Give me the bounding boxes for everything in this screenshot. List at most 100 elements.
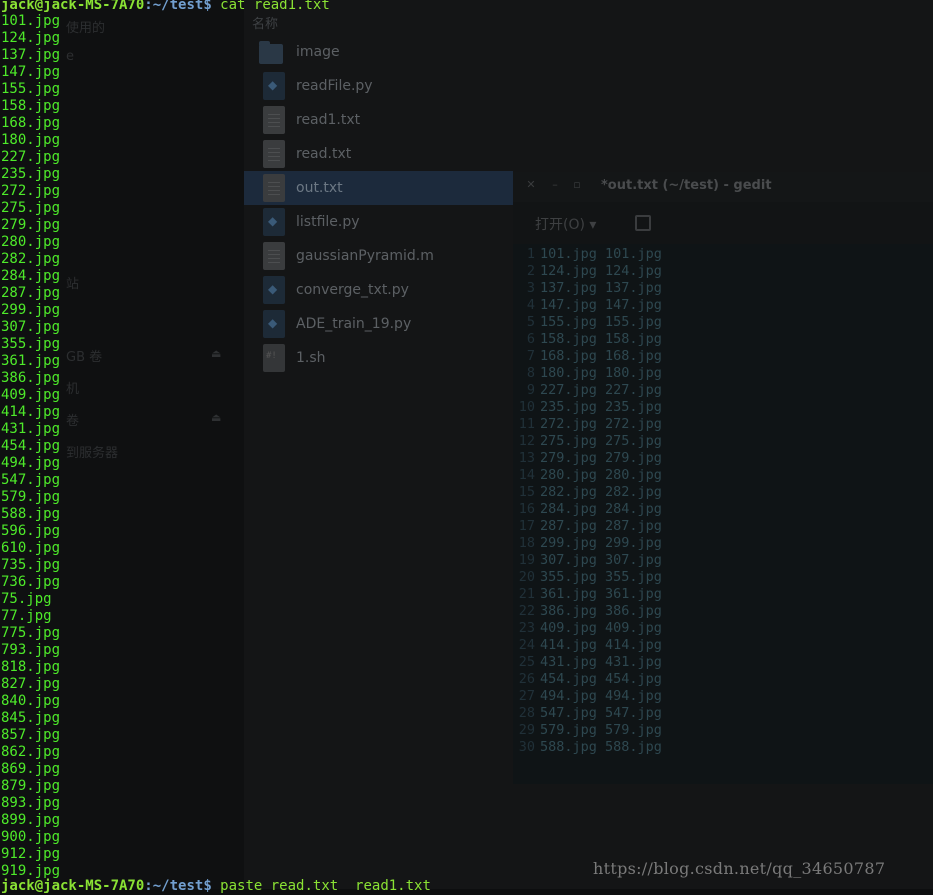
- file-row[interactable]: out.txt: [244, 171, 513, 205]
- file-row[interactable]: converge_txt.py: [244, 273, 513, 307]
- file-row[interactable]: gaussianPyramid.m: [244, 239, 513, 273]
- line-number: 11: [518, 416, 535, 432]
- line-number: 4: [526, 297, 535, 313]
- line-text: 386.jpg 386.jpg: [540, 603, 662, 619]
- line-number: 28: [518, 705, 535, 721]
- editor-line: 15 282.jpg 282.jpg: [513, 484, 933, 501]
- line-number: 17: [518, 518, 535, 534]
- line-text: 155.jpg 155.jpg: [540, 314, 662, 330]
- terminal-output-line: 101.jpg: [1, 13, 61, 29]
- terminal-output-line: 124.jpg: [1, 30, 61, 46]
- sidebar-item-volume[interactable]: 卷: [66, 410, 79, 429]
- terminal-output-line: 454.jpg: [1, 438, 61, 454]
- terminal-output-line: 282.jpg: [1, 251, 61, 267]
- line-number: 23: [518, 620, 535, 636]
- editor-line: 16 284.jpg 284.jpg: [513, 501, 933, 518]
- terminal-output-line: 494.jpg: [1, 455, 61, 471]
- editor-line: 3 137.jpg 137.jpg: [513, 280, 933, 297]
- terminal-output-line: 75.jpg: [1, 591, 52, 607]
- open-button[interactable]: 打开(O) ▾: [535, 214, 596, 234]
- python-file-icon: [263, 72, 285, 100]
- line-number: 7: [526, 348, 535, 364]
- line-text: 414.jpg 414.jpg: [540, 637, 662, 653]
- file-name: out.txt: [296, 180, 343, 196]
- file-name: listfile.py: [296, 214, 360, 230]
- terminal-output-line: 386.jpg: [1, 370, 61, 386]
- terminal-output-line: 235.jpg: [1, 166, 61, 182]
- editor-line: 4 147.jpg 147.jpg: [513, 297, 933, 314]
- python-file-icon: [263, 208, 285, 236]
- prompt-command: cat read1.txt: [211, 0, 330, 13]
- line-number: 5: [526, 314, 535, 330]
- line-number: 26: [518, 671, 535, 687]
- gedit-titlebar[interactable]: ✕ – ▫ *out.txt (~/test) - gedit: [513, 172, 933, 202]
- text-editor[interactable]: 1 101.jpg 101.jpg 2 124.jpg 124.jpg 3 137.jpg…: [513, 244, 933, 784]
- terminal-output-line: 596.jpg: [1, 523, 61, 539]
- line-number: 20: [518, 569, 535, 585]
- line-text: 547.jpg 547.jpg: [540, 705, 662, 721]
- file-row[interactable]: read1.txt: [244, 103, 513, 137]
- terminal-output-line: 409.jpg: [1, 387, 61, 403]
- eject-icon[interactable]: ⏏: [211, 412, 223, 423]
- line-number: 16: [518, 501, 535, 517]
- file-row[interactable]: listfile.py: [244, 205, 513, 239]
- terminal-output-line: 137.jpg: [1, 47, 61, 63]
- eject-icon[interactable]: ⏏: [211, 348, 223, 359]
- terminal-output-line: 272.jpg: [1, 183, 61, 199]
- folder-icon: [259, 41, 283, 64]
- line-number: 9: [526, 382, 535, 398]
- terminal-output-line: 168.jpg: [1, 115, 61, 131]
- line-text: 287.jpg 287.jpg: [540, 518, 662, 534]
- file-name: image: [296, 44, 340, 60]
- file-row[interactable]: read.txt: [244, 137, 513, 171]
- line-number: 25: [518, 654, 535, 670]
- editor-line: 30 588.jpg 588.jpg: [513, 739, 933, 756]
- line-text: 431.jpg 431.jpg: [540, 654, 662, 670]
- file-row[interactable]: readFile.py: [244, 69, 513, 103]
- file-name: gaussianPyramid.m: [296, 248, 434, 264]
- python-file-icon: [263, 276, 285, 304]
- sidebar-item-trash[interactable]: 站: [66, 273, 79, 292]
- terminal-output-line: 431.jpg: [1, 421, 61, 437]
- line-number: 27: [518, 688, 535, 704]
- sidebar-item-connect-server[interactable]: 到服务器: [66, 442, 118, 461]
- line-text: 588.jpg 588.jpg: [540, 739, 662, 755]
- sidebar-item-home[interactable]: e: [66, 49, 74, 64]
- sidebar-item-computer[interactable]: 机: [66, 378, 79, 397]
- line-text: 275.jpg 275.jpg: [540, 433, 662, 449]
- column-header-name[interactable]: 名称: [252, 13, 278, 32]
- terminal-output-line: 275.jpg: [1, 200, 61, 216]
- terminal-output-line: 857.jpg: [1, 727, 61, 743]
- terminal-output-line: 775.jpg: [1, 625, 61, 641]
- line-text: 101.jpg 101.jpg: [540, 246, 662, 262]
- terminal-output-line: 827.jpg: [1, 676, 61, 692]
- line-text: 272.jpg 272.jpg: [540, 416, 662, 432]
- terminal-output-line: 900.jpg: [1, 829, 61, 845]
- sidebar-item-recent[interactable]: 使用的: [66, 17, 105, 36]
- maximize-icon[interactable]: ▫: [570, 178, 584, 192]
- save-icon[interactable]: [635, 215, 651, 231]
- file-row[interactable]: ADE_train_19.py: [244, 307, 513, 341]
- minimize-icon[interactable]: –: [548, 178, 562, 192]
- close-icon[interactable]: ✕: [524, 178, 538, 192]
- prompt-symbol: $: [203, 0, 212, 13]
- line-text: 299.jpg 299.jpg: [540, 535, 662, 551]
- file-row[interactable]: 1.sh: [244, 341, 513, 375]
- editor-line: 7 168.jpg 168.jpg: [513, 348, 933, 365]
- sidebar-item-volume-gb[interactable]: GB 卷: [66, 346, 102, 365]
- terminal-output-line: 227.jpg: [1, 149, 61, 165]
- prompt-symbol: $: [203, 878, 212, 894]
- line-text: 180.jpg 180.jpg: [540, 365, 662, 381]
- prompt-command: paste read.txt read1.txt: [211, 878, 431, 894]
- line-number: 1: [526, 246, 535, 262]
- file-row[interactable]: image: [244, 35, 513, 69]
- line-number: 21: [518, 586, 535, 602]
- file-name: readFile.py: [296, 78, 373, 94]
- terminal-output-line: 735.jpg: [1, 557, 61, 573]
- editor-line: 23 409.jpg 409.jpg: [513, 620, 933, 637]
- terminal-output-line: 158.jpg: [1, 98, 61, 114]
- editor-line: 25 431.jpg 431.jpg: [513, 654, 933, 671]
- prompt-path: :~/test: [144, 878, 204, 894]
- line-number: 18: [518, 535, 535, 551]
- editor-line: 17 287.jpg 287.jpg: [513, 518, 933, 535]
